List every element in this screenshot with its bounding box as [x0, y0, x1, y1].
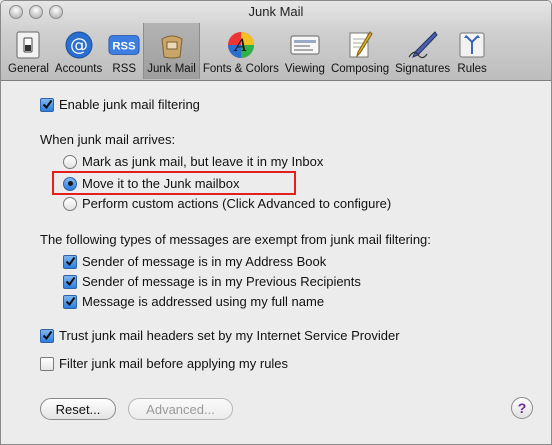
toolbar-junk-mail[interactable]: Junk Mail — [143, 23, 200, 79]
svg-text:A: A — [233, 36, 247, 56]
svg-text:@: @ — [70, 35, 88, 56]
trust-isp-headers-checkbox[interactable]: Trust junk mail headers set by my Intern… — [40, 328, 400, 343]
svg-text:RSS: RSS — [113, 41, 137, 53]
arrives-heading: When junk mail arrives: — [40, 132, 176, 147]
switch-icon — [12, 29, 44, 61]
selection-highlight-box — [52, 171, 296, 195]
toolbar-fonts-colors[interactable]: A Fonts & Colors — [200, 23, 282, 79]
toolbar-general[interactable]: General — [5, 23, 52, 79]
filter-before-rules-checkbox[interactable]: Filter junk mail before applying my rule… — [40, 356, 288, 371]
reset-button[interactable]: Reset... — [40, 398, 116, 420]
signature-pen-icon — [407, 29, 439, 61]
exempt-full-name-checkbox[interactable]: Message is addressed using my full name — [63, 294, 324, 309]
toolbar-viewing[interactable]: Viewing — [282, 23, 328, 79]
radio-button[interactable] — [63, 154, 77, 169]
at-icon: @ — [63, 29, 95, 61]
toolbar-accounts[interactable]: @ Accounts — [52, 23, 105, 79]
checkbox-box[interactable] — [63, 254, 77, 269]
exempt-previous-recipients-checkbox[interactable]: Sender of message is in my Previous Reci… — [63, 274, 361, 289]
checkbox-box[interactable] — [63, 274, 77, 289]
enable-junk-filtering-checkbox[interactable]: Enable junk mail filtering — [40, 97, 200, 112]
checkbox-box[interactable] — [40, 97, 54, 112]
junk-bag-icon — [156, 29, 188, 61]
rules-icon — [456, 29, 488, 61]
toolbar-rules[interactable]: Rules — [453, 23, 491, 79]
title-bar: Junk Mail General @ Accounts RSS RSS Jun… — [1, 1, 551, 81]
composing-icon — [344, 29, 376, 61]
exempt-heading: The following types of messages are exem… — [40, 232, 431, 247]
preferences-toolbar: General @ Accounts RSS RSS Junk Mail A F… — [1, 23, 551, 79]
radio-mark-as-junk[interactable]: Mark as junk mail, but leave it in my In… — [63, 154, 323, 169]
toolbar-composing[interactable]: Composing — [328, 23, 392, 79]
window-title: Junk Mail — [248, 4, 304, 19]
checkbox-box[interactable] — [63, 294, 77, 309]
exempt-address-book-checkbox[interactable]: Sender of message is in my Address Book — [63, 254, 326, 269]
radio-custom-actions[interactable]: Perform custom actions (Click Advanced t… — [63, 196, 391, 211]
advanced-button[interactable]: Advanced... — [128, 398, 233, 420]
toolbar-signatures[interactable]: Signatures — [392, 23, 453, 79]
checkbox-box[interactable] — [40, 328, 54, 343]
font-color-icon: A — [225, 29, 257, 61]
radio-button[interactable] — [63, 196, 77, 211]
help-button[interactable]: ? — [511, 397, 533, 419]
checkbox-box[interactable] — [40, 356, 54, 371]
rss-icon: RSS — [108, 29, 140, 61]
preferences-window: Junk Mail General @ Accounts RSS RSS Jun… — [0, 0, 552, 445]
viewing-icon — [289, 29, 321, 61]
toolbar-rss[interactable]: RSS RSS — [105, 23, 143, 79]
junk-mail-pane: Enable junk mail filtering When junk mai… — [1, 81, 551, 444]
